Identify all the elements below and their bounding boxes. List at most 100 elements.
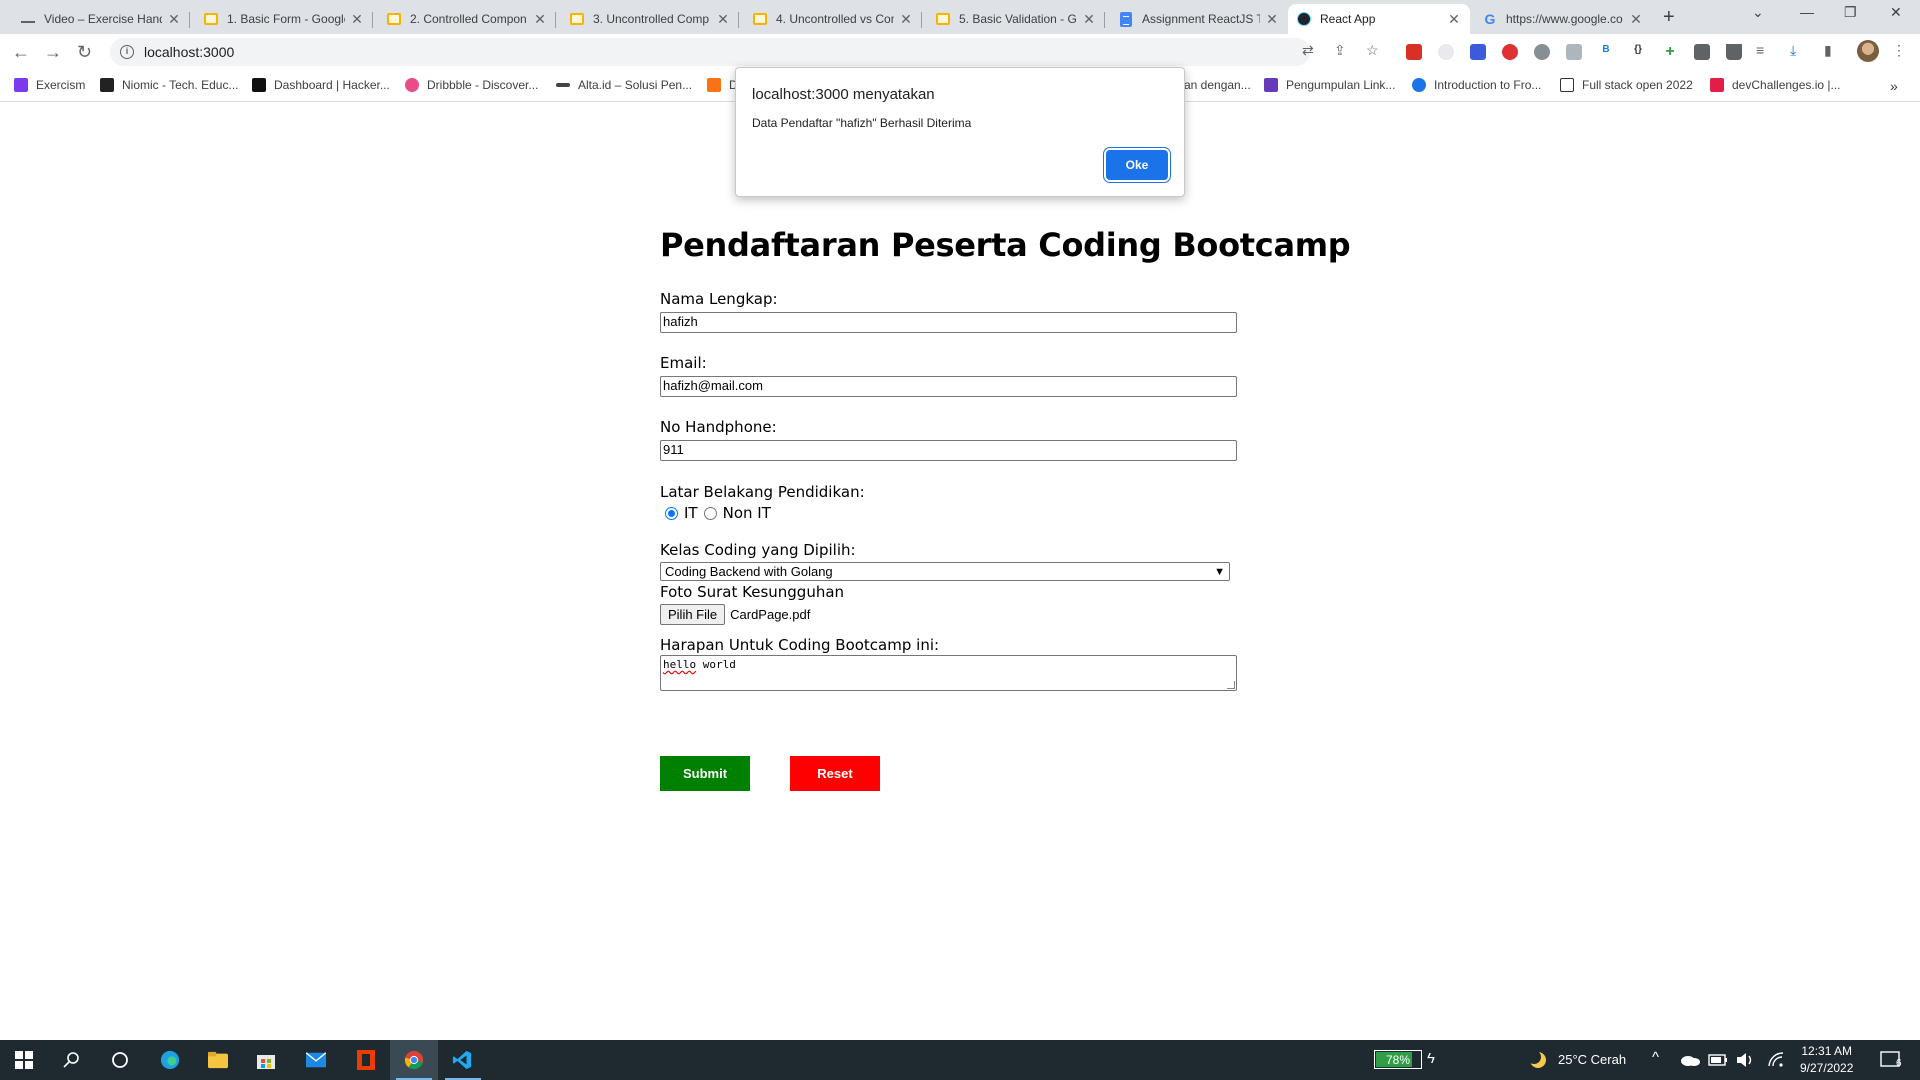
bookmark-label: Alta.id – Solusi Pen...	[578, 78, 693, 92]
bookmark-item[interactable]: Dashboard | Hacker...	[252, 78, 390, 92]
new-tab-button[interactable]: +	[1663, 6, 1675, 29]
submit-button[interactable]: Submit	[660, 756, 750, 791]
mail-icon[interactable]	[306, 1050, 326, 1070]
bookmark-item[interactable]: Dribbble - Discover...	[405, 78, 538, 92]
bookmark-item[interactable]: D	[707, 78, 738, 92]
bookmark-item[interactable]: Pengumpulan Link...	[1264, 78, 1395, 92]
system-clock[interactable]: 12:31 AM 9/27/2022	[1800, 1043, 1853, 1077]
tab-basic-validation[interactable]: 5. Basic Validation - G ✕	[927, 4, 1105, 34]
menu-icon[interactable]: ⋮	[1892, 42, 1906, 59]
camera-icon[interactable]	[1566, 44, 1582, 60]
avatar[interactable]	[1857, 40, 1879, 62]
address-bar[interactable]: i localhost:3000	[110, 38, 1310, 66]
search-icon[interactable]	[62, 1050, 82, 1070]
side-panel-icon[interactable]: ▮	[1824, 42, 1832, 59]
translate-icon[interactable]: ⇄	[1302, 42, 1314, 59]
file-input: Pilih File CardPage.pdf	[660, 604, 810, 625]
extension-icon[interactable]	[1470, 44, 1486, 60]
back-icon[interactable]: ←	[12, 42, 30, 63]
volume-icon[interactable]	[1736, 1050, 1756, 1070]
extension-icon[interactable]	[1438, 44, 1454, 60]
choose-file-button[interactable]: Pilih File	[660, 604, 726, 625]
chrome-icon[interactable]	[404, 1050, 424, 1070]
close-icon[interactable]: ✕	[166, 11, 182, 28]
tab-uncontrolled-component[interactable]: 3. Uncontrolled Comp ✕	[561, 4, 739, 34]
chevron-up-icon[interactable]: ^	[1652, 1049, 1659, 1066]
site-info-icon[interactable]: i	[120, 45, 134, 59]
bookmark-item[interactable]: an dengan...	[1184, 78, 1251, 92]
tab-video[interactable]: Video – Exercise Handl ✕	[12, 4, 190, 34]
bookmark-item[interactable]: Niomic - Tech. Educ...	[100, 78, 238, 92]
devchallenges-icon	[1710, 78, 1724, 92]
cortana-icon[interactable]	[110, 1050, 130, 1070]
store-icon[interactable]	[256, 1050, 276, 1070]
harapan-textarea[interactable]: hello world	[660, 655, 1237, 691]
tab-google[interactable]: G https://www.google.co ✕	[1474, 4, 1652, 34]
tab-strip: Video – Exercise Handl ✕ 1. Basic Form -…	[0, 0, 1920, 34]
bookmark-label: Dashboard | Hacker...	[274, 78, 390, 92]
bookmark-item[interactable]: Full stack open 2022	[1560, 78, 1693, 92]
radio-non-it-label: Non IT	[722, 504, 771, 522]
dialog-title: localhost:3000 menyatakan	[752, 86, 935, 103]
tab-title: 2. Controlled Compon	[410, 12, 527, 26]
extension-icon[interactable]: B	[1598, 44, 1614, 60]
reading-list-icon[interactable]: ≡	[1756, 42, 1764, 58]
forward-icon[interactable]: →	[44, 42, 62, 63]
close-icon[interactable]: ✕	[532, 11, 548, 28]
office-icon[interactable]	[356, 1050, 376, 1070]
more-bookmarks-icon[interactable]: »	[1890, 78, 1898, 94]
phone-input[interactable]: 911	[660, 440, 1237, 461]
vscode-icon[interactable]	[452, 1050, 472, 1070]
puzzle-icon[interactable]	[1694, 44, 1710, 60]
plus-extension-icon[interactable]: +	[1662, 44, 1678, 60]
file-explorer-icon[interactable]	[208, 1050, 228, 1070]
tab-search-icon[interactable]: ⌄	[1752, 4, 1764, 21]
battery-indicator[interactable]: 78%	[1374, 1050, 1422, 1069]
bookmark-item[interactable]: Alta.id – Solusi Pen...	[556, 78, 692, 92]
windows-start-icon[interactable]	[14, 1050, 34, 1070]
close-icon[interactable]: ✕	[1628, 11, 1644, 28]
tab-controlled-component[interactable]: 2. Controlled Compon ✕	[378, 4, 556, 34]
bookmark-item[interactable]: Introduction to Fro...	[1412, 78, 1541, 92]
close-icon[interactable]: ✕	[1081, 11, 1097, 28]
tab-basic-form[interactable]: 1. Basic Form - Google ✕	[195, 4, 373, 34]
close-icon[interactable]: ✕	[349, 11, 365, 28]
tab-uncontrolled-vs-controlled[interactable]: 4. Uncontrolled vs Con ✕	[744, 4, 922, 34]
battery-tray-icon[interactable]	[1708, 1050, 1728, 1070]
tab-assignment[interactable]: Assignment ReactJS Te ✕	[1110, 4, 1288, 34]
resize-handle[interactable]	[1227, 681, 1235, 689]
fullstackopen-icon	[1560, 78, 1574, 92]
weather-icon[interactable]	[1528, 1050, 1548, 1070]
onedrive-icon[interactable]	[1680, 1050, 1700, 1070]
share-icon[interactable]: ⇪	[1334, 42, 1346, 59]
battery-percent: 78%	[1385, 1052, 1411, 1067]
reset-button[interactable]: Reset	[790, 756, 880, 791]
radio-non-it[interactable]	[703, 506, 717, 520]
close-icon[interactable]: ✕	[898, 11, 914, 28]
ok-button[interactable]: Oke	[1106, 150, 1168, 180]
minimize-icon[interactable]: —	[1800, 4, 1814, 20]
email-input[interactable]: hafizh@mail.com	[660, 376, 1237, 397]
extension-icon[interactable]	[1502, 44, 1518, 60]
edge-icon[interactable]	[160, 1050, 180, 1070]
json-icon[interactable]: {}	[1630, 44, 1646, 60]
download-icon[interactable]: ⤓	[1790, 42, 1796, 59]
close-icon[interactable]: ✕	[715, 11, 731, 28]
extension-icon[interactable]	[1534, 44, 1550, 60]
reload-icon[interactable]: ↻	[77, 42, 92, 63]
close-icon[interactable]: ✕	[1264, 11, 1280, 28]
labs-icon[interactable]	[1726, 44, 1742, 60]
file-name: CardPage.pdf	[730, 607, 811, 622]
restore-icon[interactable]: ❐	[1844, 4, 1857, 21]
extension-icon[interactable]	[1406, 44, 1422, 60]
wifi-icon[interactable]	[1766, 1050, 1786, 1070]
nama-input[interactable]: hafizh	[660, 312, 1237, 333]
bookmark-item[interactable]: Exercism	[14, 78, 85, 92]
close-icon[interactable]: ✕	[1446, 11, 1462, 28]
bookmark-star-icon[interactable]: ☆	[1366, 42, 1379, 59]
bookmark-item[interactable]: devChallenges.io |...	[1710, 78, 1841, 92]
radio-it[interactable]	[665, 506, 678, 520]
tab-react-app[interactable]: React App ✕	[1288, 4, 1470, 34]
window-close-icon[interactable]: ✕	[1890, 4, 1902, 21]
kelas-select[interactable]: Coding Backend with Golang ▼	[660, 562, 1230, 581]
